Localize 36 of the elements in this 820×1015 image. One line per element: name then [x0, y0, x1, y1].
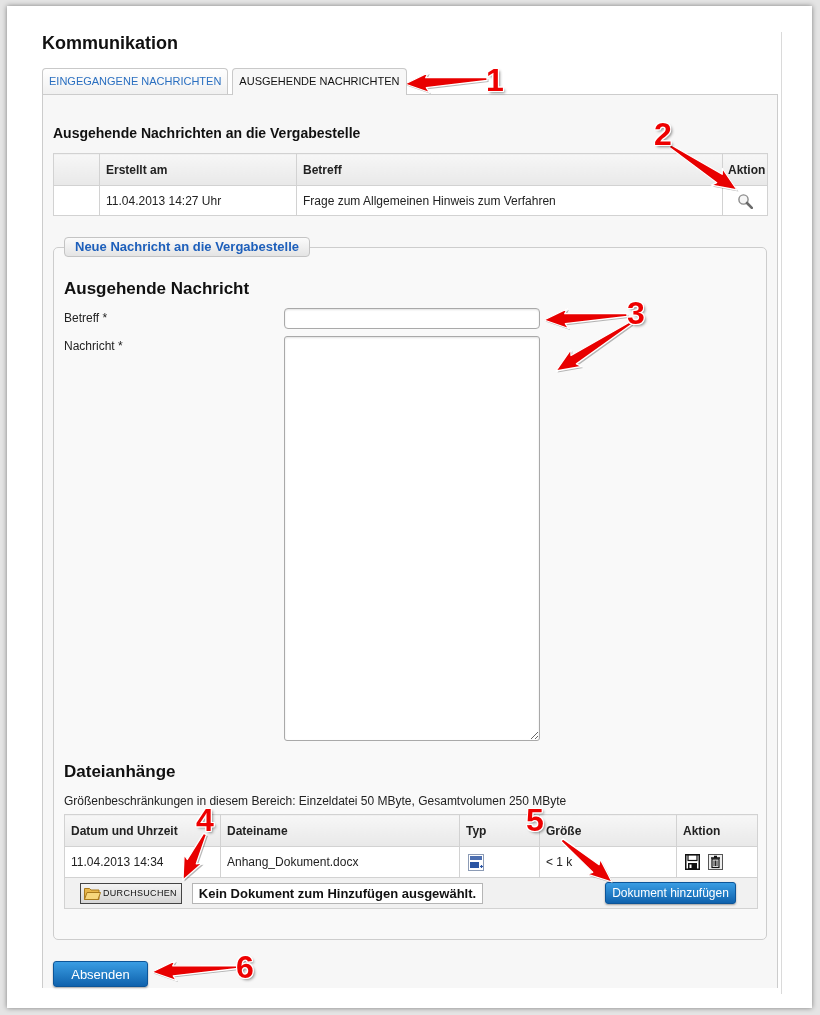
form-legend: Neue Nachricht an die Vergabestelle: [64, 237, 310, 257]
annotation-number: 1: [486, 68, 504, 92]
column-header: Betreff: [296, 153, 723, 186]
file-status-field: Kein Dokument zum Hinzufügen ausgewählt.: [191, 882, 484, 904]
section-title: Ausgehende Nachrichten an die Vergabestelle: [53, 124, 361, 142]
add-document-button[interactable]: Dokument hinzufügen: [605, 882, 736, 904]
table-cell: Frage zum Allgemeinen Hinweis zum Verfahren: [296, 185, 723, 216]
size-limit-note: Größenbeschränkungen in diesem Bereich: Einzeldatei 50 MByte, Gesamtvolumen 250 MByte: [64, 794, 567, 808]
annotation-number: 3: [627, 301, 645, 325]
search-icon[interactable]: [737, 193, 753, 210]
column-header: Dateiname: [220, 814, 460, 847]
annotation-number: 4: [196, 808, 214, 832]
trash-icon[interactable]: [708, 854, 723, 870]
document-icon: [468, 853, 484, 871]
column-header: Aktion: [676, 814, 758, 847]
page-title: Kommunikation: [42, 32, 178, 54]
field-label: Nachricht *: [64, 339, 123, 353]
browse-button[interactable]: DURCHSUCHEN: [80, 882, 182, 904]
save-icon[interactable]: [685, 854, 700, 870]
section-title: Dateianhänge: [64, 762, 176, 782]
text-input[interactable]: [284, 308, 540, 329]
column-header: [53, 153, 100, 186]
tab[interactable]: EINGEGANGENE NACHRICHTEN: [42, 68, 229, 94]
column-header: Erstellt am: [99, 153, 297, 186]
table-cell: Anhang_Dokument.docx: [220, 846, 460, 878]
form-title: Ausgehende Nachricht: [64, 279, 250, 299]
table-cell: [53, 185, 100, 216]
annotation-number: 6: [236, 955, 254, 979]
table-cell: 11.04.2013 14:27 Uhr: [99, 185, 297, 216]
folder-icon: [84, 886, 101, 900]
tab[interactable]: AUSGEHENDE NACHRICHTEN: [232, 68, 407, 95]
submit-button[interactable]: Absenden: [53, 961, 148, 987]
annotation-number: 2: [654, 122, 672, 146]
column-header: Aktion: [722, 153, 768, 186]
field-label: Betreff *: [64, 311, 108, 325]
annotation-arrow: [182, 832, 208, 882]
